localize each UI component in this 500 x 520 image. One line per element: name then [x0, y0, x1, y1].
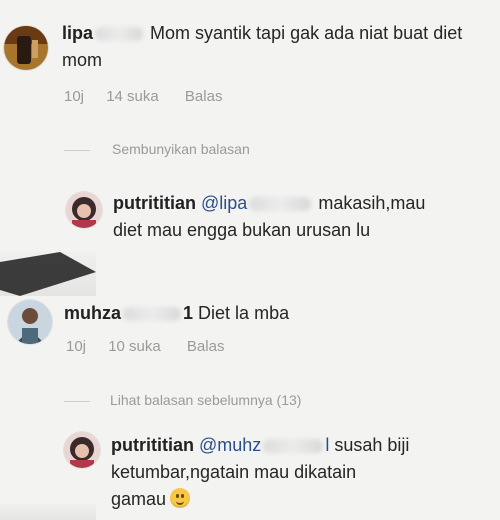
- reply-line-2: ketumbar,ngatain mau dikatain: [111, 462, 357, 482]
- thread-toggle-label[interactable]: Sembunyikan balasan: [112, 141, 250, 157]
- blurred-mention: [249, 197, 312, 212]
- reply-text: susah biji: [334, 435, 410, 455]
- blurred-username: [123, 307, 182, 322]
- reply-text-end: gamau: [111, 489, 167, 509]
- comment-username[interactable]: muhza: [64, 303, 121, 323]
- reply-username[interactable]: putrititian: [113, 193, 196, 213]
- reply-mention[interactable]: @lipa: [201, 193, 247, 213]
- thread-divider-line: [64, 150, 90, 151]
- comment-text: Diet la mba: [198, 303, 290, 323]
- avatar-putrititian[interactable]: [66, 192, 102, 228]
- comment-time: 10j: [64, 88, 85, 105]
- thread-toggle-label[interactable]: Lihat balasan sebelumnya (13): [110, 392, 301, 408]
- reply-line-1: putrititian @muhz l susah biji: [111, 432, 481, 459]
- comment-likes[interactable]: 10 suka: [108, 338, 161, 355]
- comment-meta: 10j 10 suka Balas: [66, 338, 242, 355]
- reply-button[interactable]: Balas: [185, 88, 223, 105]
- comment-username[interactable]: lipa: [62, 23, 93, 43]
- comment-text-block: lipa Mom syantik tapi gak ada niat buat …: [62, 20, 482, 74]
- screenshot-edge-artifact-bottom: [0, 504, 96, 520]
- comment-likes[interactable]: 14 suka: [106, 88, 159, 105]
- reply-text-block: putrititian @muhz l susah biji ketumbar,n…: [111, 432, 481, 513]
- blurred-mention: [263, 439, 324, 454]
- reply-mention-tail: l: [325, 435, 330, 455]
- comment-time: 10j: [66, 338, 87, 355]
- comment-username-tail: 1: [183, 303, 194, 323]
- thread-divider-line: [64, 401, 90, 402]
- comment-text-block: muhza 1 Diet la mba: [64, 300, 484, 327]
- screenshot-edge-artifact: [0, 252, 96, 296]
- worried-face-emoji-icon: [170, 488, 191, 508]
- avatar-lipa[interactable]: [4, 26, 48, 70]
- reply-button[interactable]: Balas: [187, 338, 225, 355]
- reply-username[interactable]: putrititian: [111, 435, 194, 455]
- avatar-putrititian[interactable]: [64, 432, 100, 468]
- comment-meta: 10j 14 suka Balas: [64, 88, 240, 105]
- blurred-username: [95, 27, 144, 42]
- reply-text-block: putrititian @lipa makasih,mau diet mau e…: [113, 190, 453, 244]
- avatar-muhza[interactable]: [8, 300, 52, 344]
- reply-mention[interactable]: @muhz: [199, 435, 261, 455]
- reply-line-3: gamau: [111, 486, 481, 513]
